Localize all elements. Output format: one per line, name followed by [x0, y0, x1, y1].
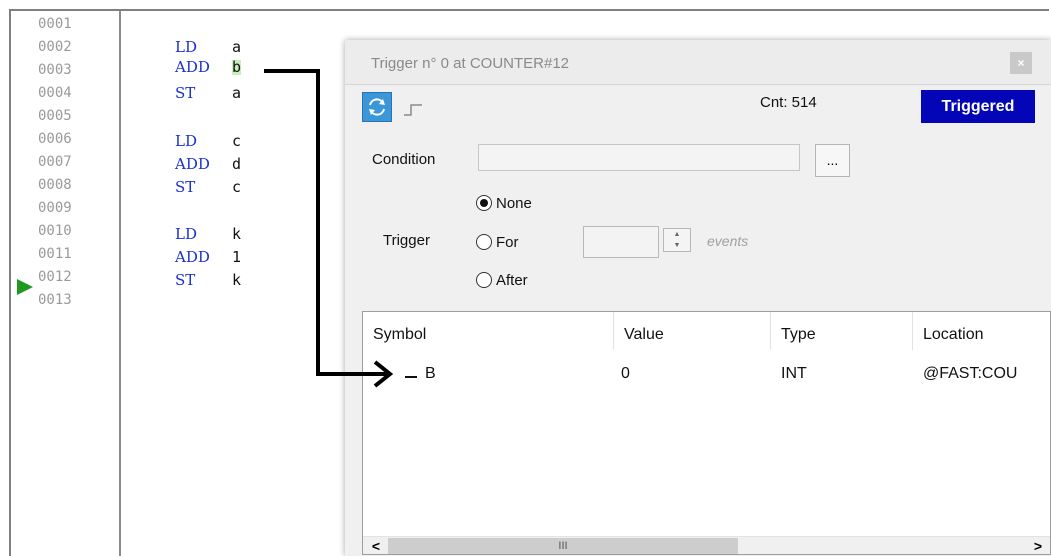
radio-none[interactable]: None	[476, 192, 532, 214]
code-operand: a	[232, 38, 242, 56]
play-triangle-icon	[17, 279, 33, 295]
value-cell: 0	[621, 365, 630, 382]
line-number: 0002	[38, 39, 72, 55]
line-number: 0005	[38, 108, 72, 124]
line-number: 0004	[38, 85, 72, 101]
code-opcode: ST	[175, 271, 196, 289]
radio-button[interactable]	[476, 234, 492, 250]
code-opcode: ADD	[175, 248, 210, 266]
browse-button[interactable]: ...	[815, 144, 850, 177]
line-number: 0006	[38, 131, 72, 147]
radio-label: For	[496, 233, 519, 251]
code-opcode: ST	[175, 178, 196, 196]
event-count-spinner[interactable]: ▲ ▼	[663, 228, 691, 252]
trigger-count: Cnt: 514	[760, 94, 817, 111]
scroll-thumb[interactable]: III	[388, 538, 738, 554]
dialog-titlebar[interactable]: Trigger n° 0 at COUNTER#12 ×	[345, 40, 1051, 84]
line-number: 0003	[38, 62, 72, 78]
code-opcode: LD	[175, 225, 197, 243]
line-number: 0010	[38, 223, 72, 239]
code-operand: k	[232, 271, 242, 289]
code-operand: k	[232, 225, 242, 243]
trigger-label: Trigger	[383, 232, 430, 249]
radio-for[interactable]: For	[476, 231, 519, 253]
code-opcode: LD	[175, 132, 197, 150]
spin-down-icon[interactable]: ▼	[664, 240, 690, 251]
condition-input[interactable]	[478, 144, 800, 171]
radio-button[interactable]	[476, 272, 492, 288]
line-number: 0001	[38, 16, 72, 32]
column-header-location[interactable]: Location	[913, 312, 1050, 354]
code-operand: a	[232, 84, 242, 102]
horizontal-scrollbar[interactable]: < III >	[363, 536, 1050, 554]
column-header-type[interactable]: Type	[771, 312, 912, 354]
table-header: Symbol Value Type Location	[363, 312, 1050, 354]
radio-button-selected[interactable]	[476, 195, 492, 211]
code-opcode: LD	[175, 38, 197, 56]
code-operand: c	[232, 178, 242, 196]
symbol-table[interactable]: Symbol Value Type Location B 0 INT @FAST…	[362, 311, 1051, 555]
radio-after[interactable]: After	[476, 269, 528, 291]
trigger-dialog: Trigger n° 0 at COUNTER#12 × Cnt: 514 Tr…	[345, 40, 1051, 556]
scroll-grip: III	[558, 540, 568, 552]
spin-up-icon[interactable]: ▲	[664, 229, 690, 240]
column-header-value[interactable]: Value	[614, 312, 770, 354]
radio-label: None	[496, 194, 532, 212]
scroll-right-icon[interactable]: >	[1029, 537, 1047, 554]
highlighted-operand[interactable]: b	[232, 60, 242, 75]
line-number: 0008	[38, 177, 72, 193]
symbol-cell: B	[425, 365, 436, 382]
refresh-mode-button[interactable]	[362, 92, 392, 122]
code-opcode: ADD	[175, 58, 210, 76]
radio-label: After	[496, 271, 528, 289]
toolbar-divider	[345, 84, 1051, 85]
code-opcode: ST	[175, 84, 196, 102]
type-cell: INT	[781, 365, 807, 382]
code-operand: c	[232, 132, 242, 150]
code-operand: d	[232, 155, 242, 173]
condition-label: Condition	[372, 151, 436, 168]
line-number: 0011	[38, 246, 72, 262]
event-count-input[interactable]	[583, 226, 659, 258]
status-badge: Triggered	[921, 90, 1035, 123]
dialog-title: Trigger n° 0 at COUNTER#12	[371, 55, 570, 72]
code-operand: 1	[232, 248, 242, 266]
tree-line-icon	[405, 376, 417, 378]
line-number: 0007	[38, 154, 72, 170]
line-number: 0013	[38, 292, 72, 308]
refresh-icon	[369, 98, 385, 116]
close-icon[interactable]: ×	[1010, 52, 1032, 74]
location-cell: @FAST:COU	[923, 365, 1018, 382]
rising-edge-icon[interactable]	[403, 102, 423, 118]
line-number: 0012	[38, 269, 72, 285]
scroll-left-icon[interactable]: <	[367, 537, 385, 554]
code-opcode: ADD	[175, 155, 210, 173]
line-number: 0009	[38, 200, 72, 216]
column-header-symbol[interactable]: Symbol	[363, 312, 613, 354]
events-label: events	[707, 233, 749, 249]
